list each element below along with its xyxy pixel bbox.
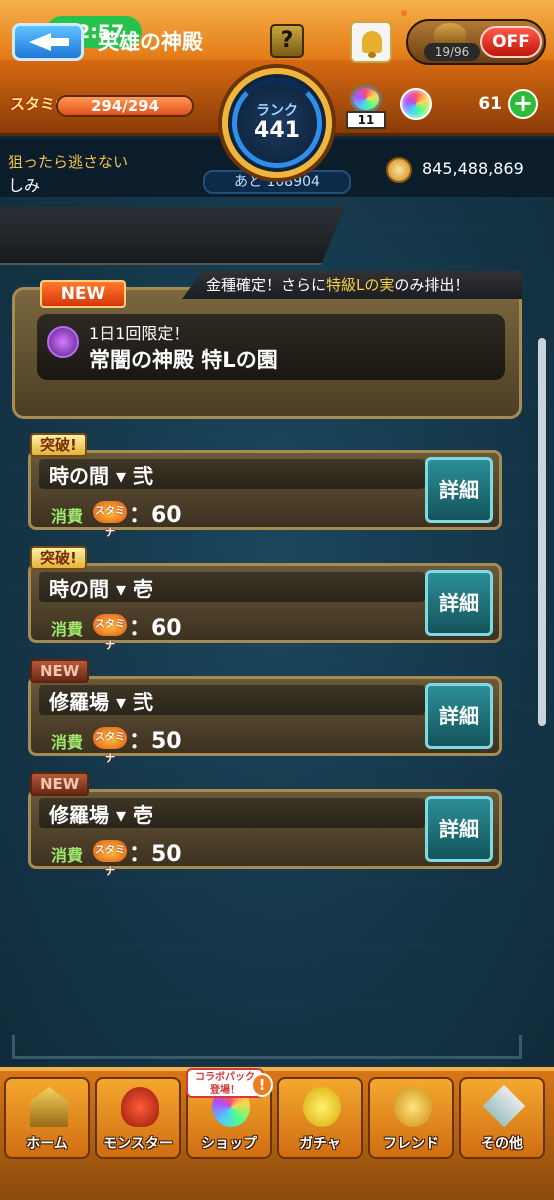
quest-tag: NEW bbox=[30, 659, 90, 683]
quest-row[interactable]: 時の間 ▾ 弐 消費 スタミナ ：60 詳細 bbox=[28, 450, 502, 539]
detail-button[interactable]: 詳細 bbox=[425, 796, 493, 862]
nav-monster[interactable]: モンスター bbox=[95, 1077, 181, 1159]
stamina-icon: スタミナ bbox=[93, 840, 127, 878]
nav-label: ショップ bbox=[201, 1136, 257, 1152]
nav-home[interactable]: ホーム bbox=[4, 1077, 90, 1159]
featured-note-suffix: のみ排出！ bbox=[394, 276, 470, 294]
player-name: しみ bbox=[8, 176, 41, 195]
diamond-icon bbox=[482, 1084, 526, 1128]
quest-name: 修羅場 ▾ 壱 bbox=[49, 803, 153, 827]
quest-cost-label: 消費 bbox=[51, 846, 84, 865]
quest-name: 時の間 ▾ 弐 bbox=[49, 464, 153, 488]
quest-tag: NEW bbox=[30, 772, 90, 796]
quest-cost-label: 消費 bbox=[51, 620, 84, 639]
add-orb-button[interactable]: + bbox=[508, 89, 538, 119]
gold-coin-icon bbox=[386, 157, 412, 183]
quest-cost: ：50 bbox=[129, 842, 182, 867]
rank-badge[interactable]: ランク 441 bbox=[222, 68, 332, 178]
gacha-egg-icon bbox=[303, 1087, 341, 1127]
quest-name: 時の間 ▾ 壱 bbox=[49, 577, 153, 601]
auto-count: 19/96 bbox=[424, 43, 480, 61]
bell-icon[interactable] bbox=[350, 21, 392, 63]
quest-row[interactable]: 修羅場 ▾ 壱 消費 スタミナ ：50 詳細 bbox=[28, 789, 502, 878]
rank-value: 441 bbox=[254, 118, 300, 143]
quest-name: 修羅場 ▾ 弐 bbox=[49, 690, 153, 714]
featured-note-prefix: 金種確定！さらに bbox=[206, 276, 327, 294]
featured-limit-text: 1日1回限定！ bbox=[89, 324, 190, 343]
stamina-icon: スタミナ bbox=[93, 501, 127, 539]
page-title: 英雄の神殿 bbox=[98, 30, 203, 54]
rank-label: ランク bbox=[256, 103, 298, 119]
help-button[interactable]: ? bbox=[270, 24, 304, 58]
nav-gacha[interactable]: ガチャ bbox=[277, 1077, 363, 1159]
auto-toggle-group: 19/96 OFF bbox=[406, 19, 546, 65]
nav-label: その他 bbox=[481, 1136, 523, 1152]
orb-count: 61 bbox=[478, 94, 502, 114]
featured-note-highlight: 特級Lの実 bbox=[326, 276, 395, 294]
detail-button[interactable]: 詳細 bbox=[425, 570, 493, 636]
rainbow-orb-icon bbox=[400, 88, 432, 120]
nav-friend[interactable]: フレンド bbox=[368, 1077, 454, 1159]
scrollbar[interactable] bbox=[538, 338, 546, 726]
monster-icon bbox=[121, 1087, 159, 1127]
featured-quest-name: 常闇の神殿 特Lの園 bbox=[89, 348, 278, 372]
stamina-value: 294/294 bbox=[90, 97, 160, 115]
featured-quest-inner: 1日1回限定！ 常闇の神殿 特Lの園 bbox=[37, 314, 505, 380]
dark-element-icon bbox=[47, 326, 79, 358]
nav-label: モンスター bbox=[103, 1136, 173, 1152]
detail-button[interactable]: 詳細 bbox=[425, 683, 493, 749]
new-badge: NEW bbox=[40, 280, 126, 308]
helmet-icon bbox=[434, 23, 466, 45]
friend-icon bbox=[394, 1087, 432, 1127]
detail-button[interactable]: 詳細 bbox=[425, 457, 493, 523]
luck-item-icon[interactable]: 11 bbox=[346, 85, 386, 131]
auto-off-toggle[interactable]: OFF bbox=[480, 26, 542, 58]
quest-row[interactable]: 修羅場 ▾ 弐 消費 スタミナ ：50 詳細 bbox=[28, 676, 502, 765]
quest-cost-label: 消費 bbox=[51, 733, 84, 752]
quest-tag: 突破! bbox=[30, 433, 87, 457]
quest-cost-label: 消費 bbox=[51, 507, 84, 526]
player-title: 狙ったら逃さない bbox=[8, 153, 129, 171]
stamina-icon: スタミナ bbox=[93, 727, 127, 765]
recording-dot-icon bbox=[401, 10, 407, 16]
nav-label: フレンド bbox=[383, 1136, 439, 1152]
nav-label: ガチャ bbox=[299, 1136, 341, 1152]
home-icon bbox=[30, 1087, 68, 1127]
quest-cost: ：60 bbox=[129, 616, 182, 641]
bottom-nav: ホーム モンスター ショップ ガチャ フレンド その他 bbox=[0, 1067, 554, 1200]
stamina-icon: スタミナ bbox=[93, 614, 127, 652]
quest-cost: ：50 bbox=[129, 729, 182, 754]
alert-badge: ! bbox=[251, 1073, 273, 1097]
stamina-bar: 294/294 bbox=[56, 95, 194, 117]
nav-other[interactable]: その他 bbox=[459, 1077, 545, 1159]
quest-row[interactable]: 時の間 ▾ 壱 消費 スタミナ ：60 詳細 bbox=[28, 563, 502, 652]
back-button[interactable] bbox=[12, 23, 84, 61]
quest-cost: ：60 bbox=[129, 503, 182, 528]
quest-tag: 突破! bbox=[30, 546, 87, 570]
luck-count: 11 bbox=[346, 111, 386, 129]
luck-orb-icon bbox=[350, 85, 382, 113]
panel-frame bbox=[12, 1035, 522, 1059]
screen-header bbox=[0, 207, 345, 265]
gold-amount: 845,488,869 bbox=[422, 159, 524, 178]
featured-note: 金種確定！さらに特級Lの実のみ排出！ bbox=[182, 271, 522, 299]
nav-label: ホーム bbox=[26, 1136, 68, 1152]
